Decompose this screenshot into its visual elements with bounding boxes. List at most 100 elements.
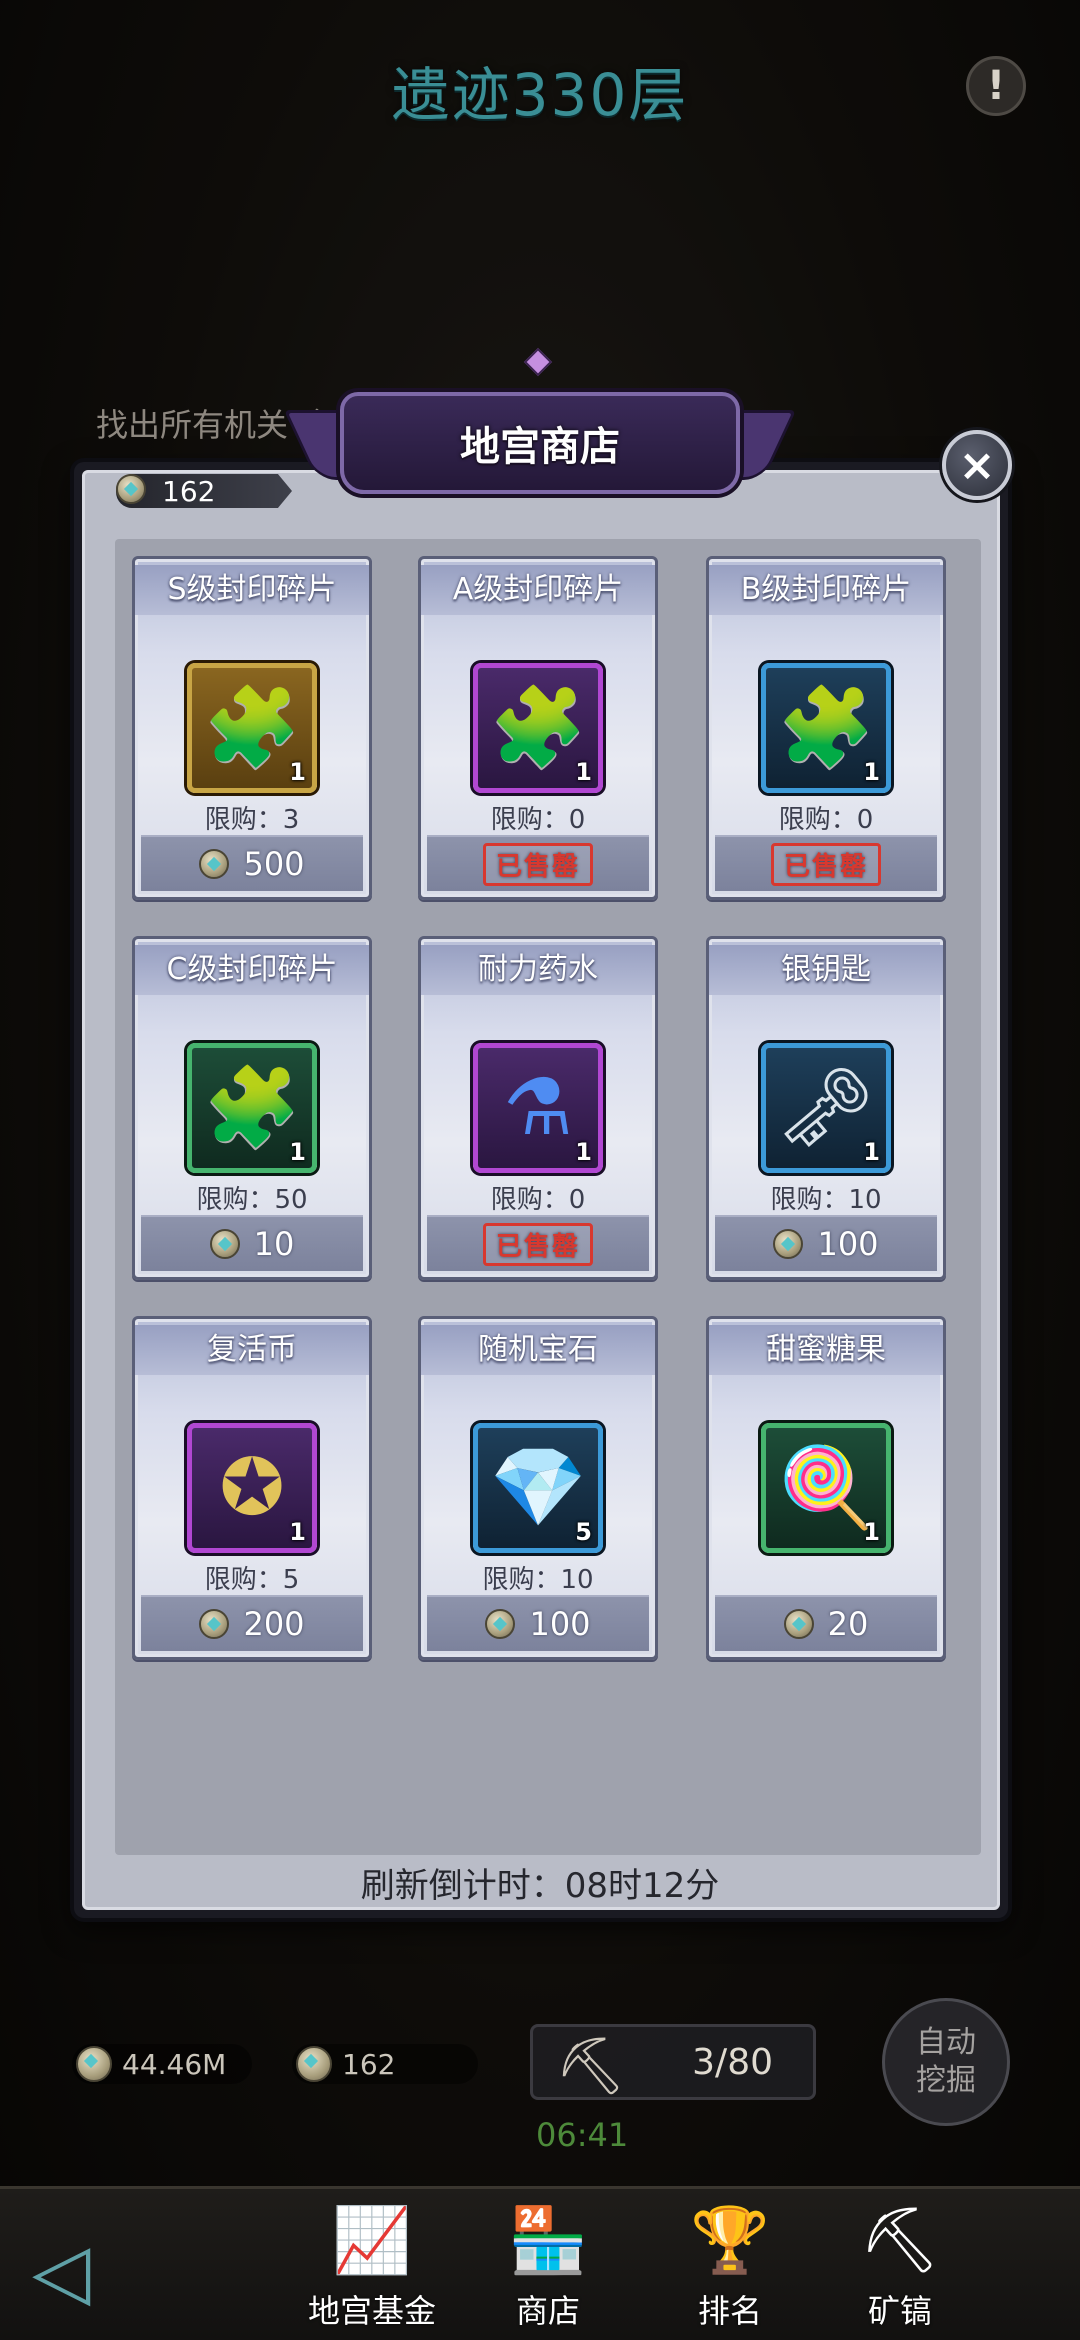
gold-resource: 44.46M xyxy=(72,2044,252,2084)
item-name: 甜蜜糖果 xyxy=(709,1325,943,1375)
item-frame: 💎 5 xyxy=(473,1423,603,1553)
price-bar[interactable]: 100 xyxy=(715,1215,937,1271)
shop-item-card[interactable]: C级封印碎片 🧩 1 限购：50 10 xyxy=(132,936,372,1280)
gem-coin-icon xyxy=(199,849,230,879)
item-quantity: 1 xyxy=(289,1518,306,1546)
sold-out-stamp: 已售罄 xyxy=(482,1222,593,1266)
auto-dig-button[interactable]: 自动挖掘 xyxy=(882,1998,1010,2126)
item-quantity: 1 xyxy=(575,758,592,786)
shop-item-card[interactable]: 复活币 ✪ 1 限购：5 200 xyxy=(132,1316,372,1660)
item-frame: 🧩 1 xyxy=(761,663,891,793)
item-price: 10 xyxy=(253,1225,295,1263)
pickaxe-icon: ⛏ xyxy=(555,2034,627,2099)
nav-item[interactable]: 🏪 商店 xyxy=(468,2196,628,2336)
shop-title: 地宫商店 xyxy=(460,424,620,470)
purchase-limit: 限购：10 xyxy=(770,1185,882,1215)
nav-label: 商店 xyxy=(515,2292,580,2330)
item-frame: ⚗ 1 xyxy=(473,1043,603,1173)
coin-icon: ✪ xyxy=(219,1443,285,1533)
item-name: 复活币 xyxy=(135,1325,369,1375)
item-price: 200 xyxy=(243,1605,305,1643)
item-quantity: 1 xyxy=(289,758,306,786)
item-name: S级封印碎片 xyxy=(135,565,369,615)
nav-label: 排名 xyxy=(697,2292,762,2330)
page-title: 遗迹330层 xyxy=(391,61,689,129)
shop-title-banner: 地宫商店 xyxy=(340,392,740,494)
trophy-icon: 🏆 xyxy=(690,2204,770,2278)
nav-item[interactable]: 📈 地宫基金 xyxy=(292,2196,452,2336)
nav-item[interactable]: 🏆 排名 xyxy=(650,2196,810,2336)
item-name: 随机宝石 xyxy=(421,1325,655,1375)
gem-coin-icon xyxy=(783,1609,814,1639)
shop-item-card[interactable]: B级封印碎片 🧩 1 限购：0 已售罄 xyxy=(706,556,946,900)
nav-label: 地宫基金 xyxy=(307,2292,436,2330)
alert-icon[interactable]: ! xyxy=(966,56,1026,116)
potion-icon: ⚗ xyxy=(503,1063,573,1153)
shop-item-card[interactable]: 随机宝石 💎 5 限购：10 100 xyxy=(418,1316,658,1660)
gem-coin-icon xyxy=(209,1229,240,1259)
item-price: 20 xyxy=(827,1605,869,1643)
item-quantity: 1 xyxy=(863,1138,880,1166)
pickaxe-value: 3/80 xyxy=(692,2041,773,2083)
gem-bag-icon: 💎 xyxy=(489,1442,587,1533)
item-price: 100 xyxy=(529,1605,591,1643)
price-bar[interactable]: 已售罄 xyxy=(427,1215,649,1271)
puzzle-icon: 🧩 xyxy=(203,682,301,773)
pickaxe-timer: 06:41 xyxy=(536,2116,629,2154)
item-name: B级封印碎片 xyxy=(709,565,943,615)
price-bar[interactable]: 100 xyxy=(427,1595,649,1651)
shop-item-card[interactable]: 甜蜜糖果 🍭 1 20 xyxy=(706,1316,946,1660)
sold-out-stamp: 已售罄 xyxy=(770,842,881,886)
item-price: 500 xyxy=(243,845,305,883)
gem-coin-icon xyxy=(773,1229,804,1259)
fund-icon: 📈 xyxy=(332,2204,412,2278)
shop-item-card[interactable]: 银钥匙 🗝 1 限购：10 100 xyxy=(706,936,946,1280)
price-bar[interactable]: 10 xyxy=(141,1215,363,1271)
purchase-limit: 限购：5 xyxy=(204,1565,300,1595)
quest-text: 找出所有机关（ xyxy=(96,406,321,444)
price-bar[interactable]: 20 xyxy=(715,1595,937,1651)
item-frame: 🗝 1 xyxy=(761,1043,891,1173)
item-name: A级封印碎片 xyxy=(421,565,655,615)
close-button[interactable]: × xyxy=(942,430,1012,500)
item-quantity: 1 xyxy=(575,1138,592,1166)
price-bar[interactable]: 已售罄 xyxy=(715,835,937,891)
purchase-limit: 限购：3 xyxy=(204,805,300,835)
item-frame: 🧩 1 xyxy=(187,1043,317,1173)
pickaxe-icon: ⛏ xyxy=(859,2204,941,2278)
item-frame: 🧩 1 xyxy=(187,663,317,793)
price-bar[interactable]: 500 xyxy=(141,835,363,891)
purchase-limit: 限购：50 xyxy=(196,1185,308,1215)
purchase-limit: 限购：10 xyxy=(482,1565,594,1595)
item-frame: 🍭 1 xyxy=(761,1423,891,1553)
item-name: C级封印碎片 xyxy=(135,945,369,995)
back-icon[interactable]: ◁ xyxy=(32,2226,90,2315)
pickaxe-counter: ⛏ 3/80 xyxy=(530,2024,816,2100)
gem-coin-icon xyxy=(116,474,146,504)
candy-icon: 🍭 xyxy=(777,1442,875,1533)
price-bar[interactable]: 已售罄 xyxy=(427,835,649,891)
nav-item[interactable]: ⛏ 矿镐 xyxy=(820,2196,980,2336)
key-icon: 🗝 xyxy=(776,1062,876,1153)
nav-label: 矿镐 xyxy=(867,2292,932,2330)
puzzle-icon: 🧩 xyxy=(203,1062,301,1153)
puzzle-icon: 🧩 xyxy=(489,682,587,773)
price-bar[interactable]: 200 xyxy=(141,1595,363,1651)
gem-resource: 162 xyxy=(292,2044,478,2084)
shop-item-card[interactable]: A级封印碎片 🧩 1 限购：0 已售罄 xyxy=(418,556,658,900)
gold-coin-icon xyxy=(76,2046,112,2082)
gem-coin-icon xyxy=(199,1609,230,1639)
item-frame: ✪ 1 xyxy=(187,1423,317,1553)
purchase-limit: 限购：0 xyxy=(778,805,874,835)
purchase-limit: 限购：0 xyxy=(490,1185,586,1215)
puzzle-icon: 🧩 xyxy=(777,682,875,773)
item-name: 银钥匙 xyxy=(709,945,943,995)
item-quantity: 1 xyxy=(863,1518,880,1546)
shop-item-card[interactable]: S级封印碎片 🧩 1 限购：3 500 xyxy=(132,556,372,900)
shop-icon: 🏪 xyxy=(508,2204,588,2278)
item-quantity: 5 xyxy=(575,1518,592,1546)
sold-out-stamp: 已售罄 xyxy=(482,842,593,886)
item-price: 100 xyxy=(817,1225,879,1263)
shop-item-card[interactable]: 耐力药水 ⚗ 1 限购：0 已售罄 xyxy=(418,936,658,1280)
currency-value: 162 xyxy=(162,474,216,508)
